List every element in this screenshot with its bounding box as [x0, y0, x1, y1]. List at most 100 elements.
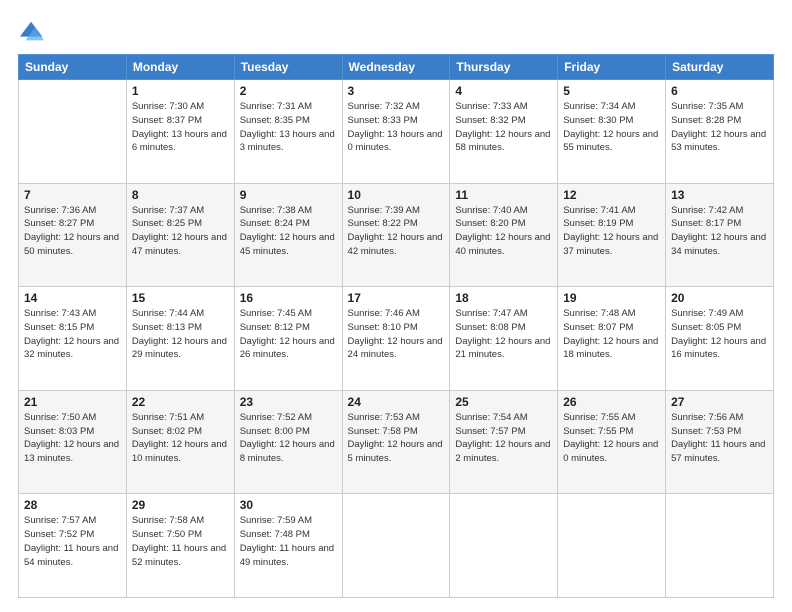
weekday-header-row: SundayMondayTuesdayWednesdayThursdayFrid… [19, 55, 774, 80]
calendar-cell [558, 494, 666, 598]
day-info: Sunrise: 7:44 AMSunset: 8:13 PMDaylight:… [132, 307, 229, 362]
day-info: Sunrise: 7:45 AMSunset: 8:12 PMDaylight:… [240, 307, 337, 362]
calendar-cell: 3 Sunrise: 7:32 AMSunset: 8:33 PMDaylight… [342, 80, 450, 184]
weekday-header-tuesday: Tuesday [234, 55, 342, 80]
day-number: 20 [671, 291, 768, 305]
day-number: 3 [348, 84, 445, 98]
day-info: Sunrise: 7:38 AMSunset: 8:24 PMDaylight:… [240, 204, 337, 259]
day-info: Sunrise: 7:41 AMSunset: 8:19 PMDaylight:… [563, 204, 660, 259]
day-number: 7 [24, 188, 121, 202]
calendar-cell [666, 494, 774, 598]
day-info: Sunrise: 7:59 AMSunset: 7:48 PMDaylight:… [240, 514, 337, 569]
day-info: Sunrise: 7:57 AMSunset: 7:52 PMDaylight:… [24, 514, 121, 569]
day-number: 29 [132, 498, 229, 512]
day-number: 25 [455, 395, 552, 409]
day-info: Sunrise: 7:30 AMSunset: 8:37 PMDaylight:… [132, 100, 229, 155]
calendar-cell: 6Sunrise: 7:35 AMSunset: 8:28 PMDaylight… [666, 80, 774, 184]
day-number: 28 [24, 498, 121, 512]
calendar-cell: 20 Sunrise: 7:49 AMSunset: 8:05 PMDayligh… [666, 287, 774, 391]
calendar-cell [342, 494, 450, 598]
day-info: Sunrise: 7:55 AMSunset: 7:55 PMDaylight:… [563, 411, 660, 466]
calendar-cell: 23 Sunrise: 7:52 AMSunset: 8:00 PMDayligh… [234, 390, 342, 494]
day-info: Sunrise: 7:31 AMSunset: 8:35 PMDaylight:… [240, 100, 337, 155]
calendar-cell: 17 Sunrise: 7:46 AMSunset: 8:10 PMDayligh… [342, 287, 450, 391]
day-number: 14 [24, 291, 121, 305]
day-info: Sunrise: 7:43 AMSunset: 8:15 PMDaylight:… [24, 307, 121, 362]
calendar-week-row: 7 Sunrise: 7:36 AMSunset: 8:27 PMDaylight… [19, 183, 774, 287]
day-number: 6 [671, 84, 768, 98]
calendar-cell: 22Sunrise: 7:51 AMSunset: 8:02 PMDayligh… [126, 390, 234, 494]
day-number: 19 [563, 291, 660, 305]
day-info: Sunrise: 7:36 AMSunset: 8:27 PMDaylight:… [24, 204, 121, 259]
day-number: 8 [132, 188, 229, 202]
day-number: 21 [24, 395, 121, 409]
day-info: Sunrise: 7:54 AMSunset: 7:57 PMDaylight:… [455, 411, 552, 466]
day-number: 12 [563, 188, 660, 202]
logo [18, 18, 50, 46]
page: SundayMondayTuesdayWednesdayThursdayFrid… [0, 0, 792, 612]
day-info: Sunrise: 7:39 AMSunset: 8:22 PMDaylight:… [348, 204, 445, 259]
day-number: 23 [240, 395, 337, 409]
weekday-header-monday: Monday [126, 55, 234, 80]
calendar-cell: 11 Sunrise: 7:40 AMSunset: 8:20 PMDayligh… [450, 183, 558, 287]
day-number: 17 [348, 291, 445, 305]
calendar-table: SundayMondayTuesdayWednesdayThursdayFrid… [18, 54, 774, 598]
calendar-cell: 12 Sunrise: 7:41 AMSunset: 8:19 PMDayligh… [558, 183, 666, 287]
day-number: 27 [671, 395, 768, 409]
logo-icon [18, 18, 46, 46]
calendar-cell: 7 Sunrise: 7:36 AMSunset: 8:27 PMDaylight… [19, 183, 127, 287]
day-info: Sunrise: 7:52 AMSunset: 8:00 PMDaylight:… [240, 411, 337, 466]
day-info: Sunrise: 7:50 AMSunset: 8:03 PMDaylight:… [24, 411, 121, 466]
weekday-header-saturday: Saturday [666, 55, 774, 80]
day-info: Sunrise: 7:32 AMSunset: 8:33 PMDaylight:… [348, 100, 445, 155]
calendar-cell: 5Sunrise: 7:34 AMSunset: 8:30 PMDaylight… [558, 80, 666, 184]
weekday-header-sunday: Sunday [19, 55, 127, 80]
calendar-cell: 9 Sunrise: 7:38 AMSunset: 8:24 PMDaylight… [234, 183, 342, 287]
calendar-cell: 29 Sunrise: 7:58 AMSunset: 7:50 PMDayligh… [126, 494, 234, 598]
weekday-header-thursday: Thursday [450, 55, 558, 80]
day-number: 26 [563, 395, 660, 409]
calendar-cell: 14 Sunrise: 7:43 AMSunset: 8:15 PMDayligh… [19, 287, 127, 391]
day-number: 9 [240, 188, 337, 202]
day-info: Sunrise: 7:49 AMSunset: 8:05 PMDaylight:… [671, 307, 768, 362]
day-info: Sunrise: 7:48 AMSunset: 8:07 PMDaylight:… [563, 307, 660, 362]
day-info: Sunrise: 7:58 AMSunset: 7:50 PMDaylight:… [132, 514, 229, 569]
day-info: Sunrise: 7:56 AMSunset: 7:53 PMDaylight:… [671, 411, 768, 466]
calendar-cell: 30 Sunrise: 7:59 AMSunset: 7:48 PMDayligh… [234, 494, 342, 598]
day-info: Sunrise: 7:51 AMSunset: 8:02 PMDaylight:… [132, 411, 229, 466]
day-number: 13 [671, 188, 768, 202]
day-number: 10 [348, 188, 445, 202]
day-info: Sunrise: 7:53 AMSunset: 7:58 PMDaylight:… [348, 411, 445, 466]
day-number: 1 [132, 84, 229, 98]
day-info: Sunrise: 7:47 AMSunset: 8:08 PMDaylight:… [455, 307, 552, 362]
day-number: 5 [563, 84, 660, 98]
weekday-header-friday: Friday [558, 55, 666, 80]
day-number: 16 [240, 291, 337, 305]
day-number: 30 [240, 498, 337, 512]
calendar-cell: 27 Sunrise: 7:56 AMSunset: 7:53 PMDayligh… [666, 390, 774, 494]
day-info: Sunrise: 7:37 AMSunset: 8:25 PMDaylight:… [132, 204, 229, 259]
day-number: 24 [348, 395, 445, 409]
calendar-cell: 8 Sunrise: 7:37 AMSunset: 8:25 PMDaylight… [126, 183, 234, 287]
calendar-cell: 28 Sunrise: 7:57 AMSunset: 7:52 PMDayligh… [19, 494, 127, 598]
day-number: 4 [455, 84, 552, 98]
day-info: Sunrise: 7:46 AMSunset: 8:10 PMDaylight:… [348, 307, 445, 362]
calendar-cell: 19 Sunrise: 7:48 AMSunset: 8:07 PMDayligh… [558, 287, 666, 391]
day-info: Sunrise: 7:42 AMSunset: 8:17 PMDaylight:… [671, 204, 768, 259]
day-info: Sunrise: 7:40 AMSunset: 8:20 PMDaylight:… [455, 204, 552, 259]
day-number: 15 [132, 291, 229, 305]
calendar-cell: 18 Sunrise: 7:47 AMSunset: 8:08 PMDayligh… [450, 287, 558, 391]
day-info: Sunrise: 7:33 AMSunset: 8:32 PMDaylight:… [455, 100, 552, 155]
day-number: 18 [455, 291, 552, 305]
calendar-cell: 24 Sunrise: 7:53 AMSunset: 7:58 PMDayligh… [342, 390, 450, 494]
calendar-week-row: 21 Sunrise: 7:50 AMSunset: 8:03 PMDayligh… [19, 390, 774, 494]
day-number: 11 [455, 188, 552, 202]
calendar-cell: 25 Sunrise: 7:54 AMSunset: 7:57 PMDayligh… [450, 390, 558, 494]
calendar-week-row: 28 Sunrise: 7:57 AMSunset: 7:52 PMDayligh… [19, 494, 774, 598]
calendar-cell: 1 Sunrise: 7:30 AMSunset: 8:37 PMDaylight… [126, 80, 234, 184]
weekday-header-wednesday: Wednesday [342, 55, 450, 80]
calendar-cell [450, 494, 558, 598]
header [18, 18, 774, 46]
calendar-week-row: 14 Sunrise: 7:43 AMSunset: 8:15 PMDayligh… [19, 287, 774, 391]
calendar-cell: 15 Sunrise: 7:44 AMSunset: 8:13 PMDayligh… [126, 287, 234, 391]
